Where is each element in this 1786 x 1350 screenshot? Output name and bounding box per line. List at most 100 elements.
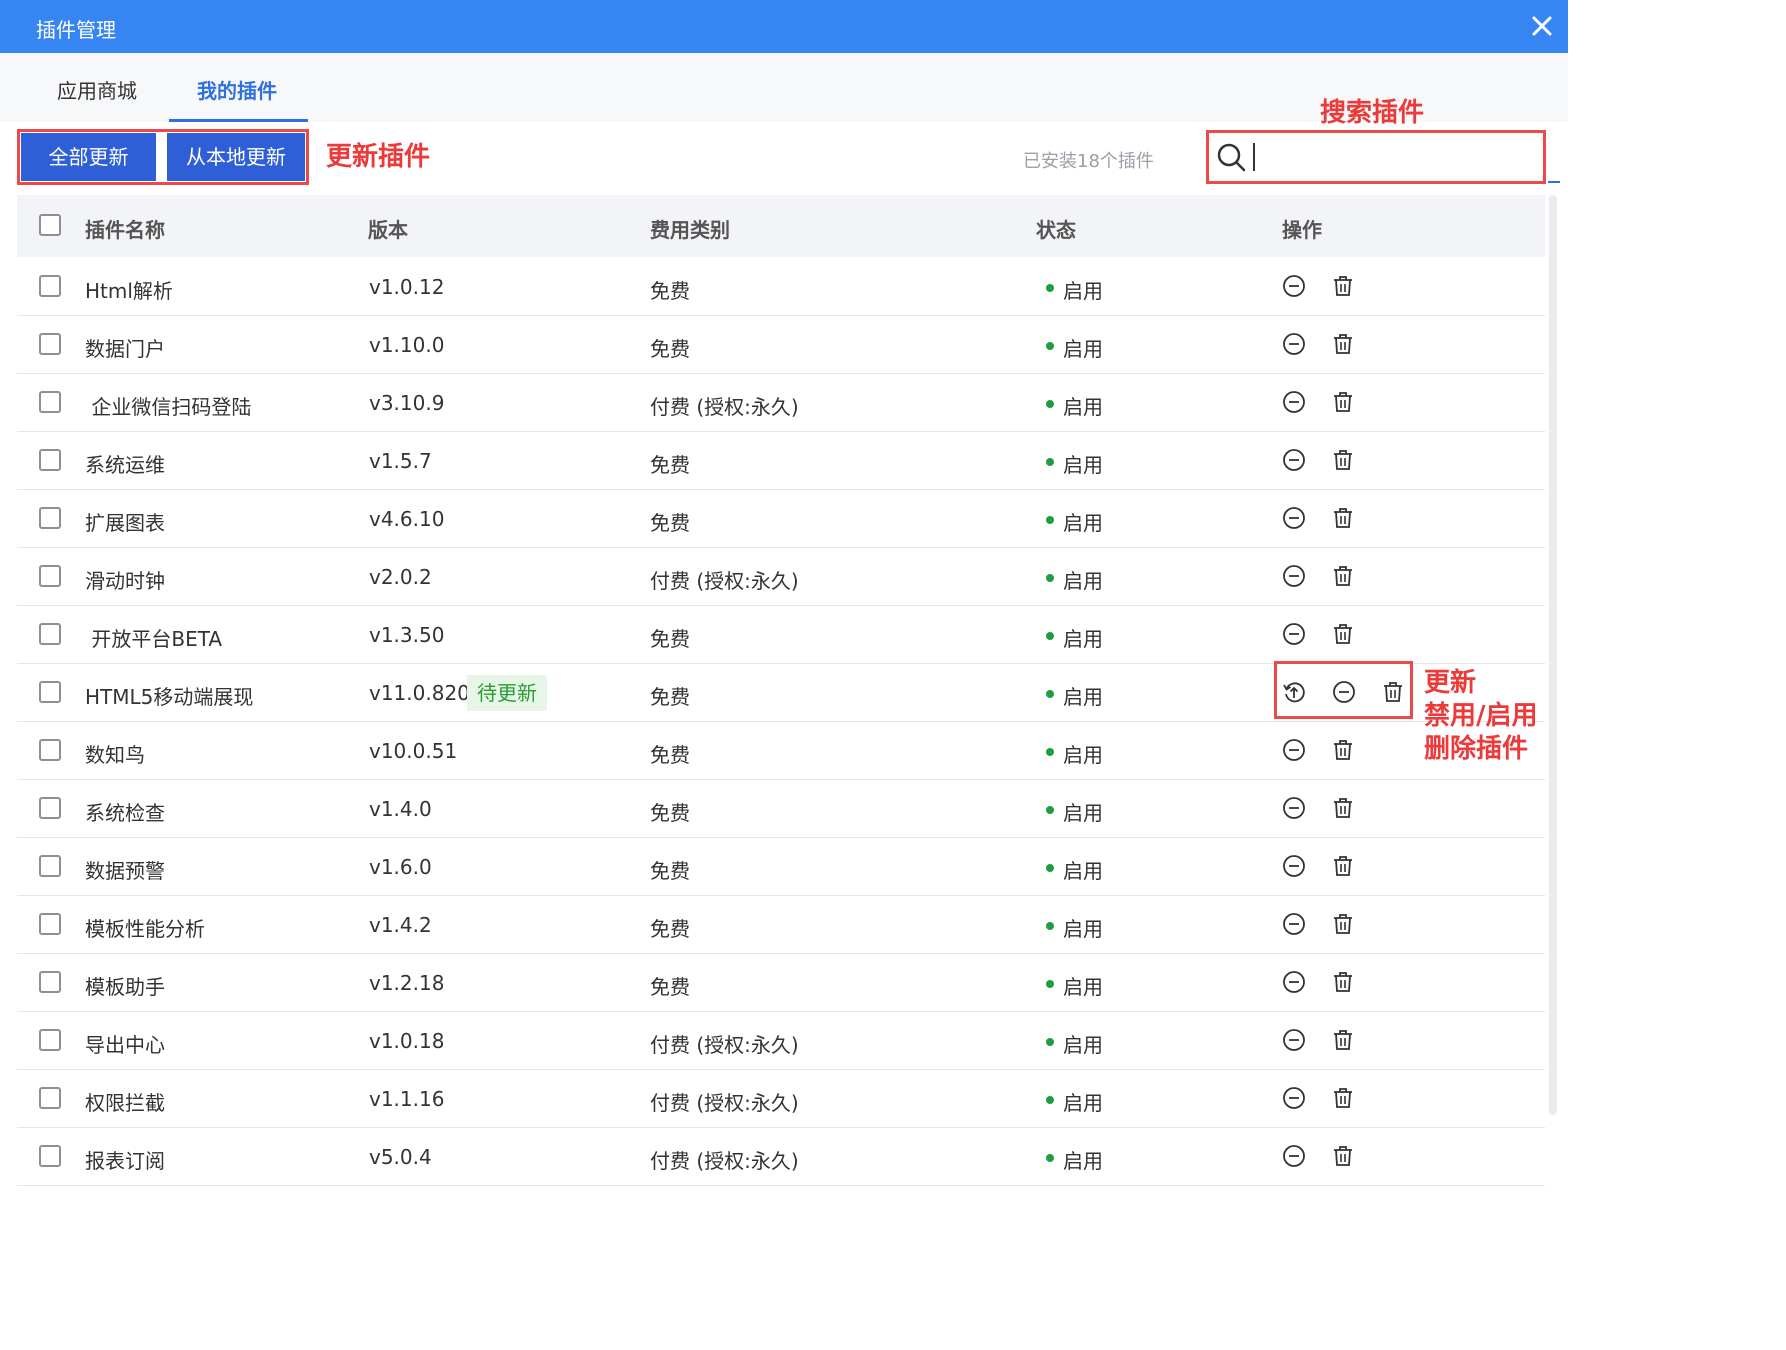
row-checkbox[interactable] [39, 507, 61, 529]
disable-icon[interactable] [1282, 854, 1306, 878]
delete-icon[interactable] [1331, 390, 1355, 414]
table-row: 扩展图表 v4.6.10 免费 启用 [17, 490, 1545, 548]
plugin-fee-type: 免费 [650, 975, 690, 999]
plugin-fee-type: 付费 (授权:永久) [650, 1033, 799, 1057]
plugin-version: v4.6.10 [369, 507, 445, 531]
disable-icon[interactable] [1282, 970, 1306, 994]
plugin-version: v2.0.2 [369, 565, 432, 589]
delete-icon[interactable] [1331, 796, 1355, 820]
status-dot [1046, 1038, 1054, 1046]
table-row: 模板助手 v1.2.18 免费 启用 [17, 954, 1545, 1012]
plugin-status: 启用 [1063, 975, 1103, 999]
close-icon[interactable] [1526, 10, 1558, 42]
column-header-status: 状态 [1036, 218, 1076, 242]
disable-icon[interactable] [1282, 506, 1306, 530]
tab-app-store[interactable]: 应用商城 [57, 75, 137, 104]
row-checkbox[interactable] [39, 1029, 61, 1051]
delete-icon[interactable] [1331, 506, 1355, 530]
plugin-fee-type: 免费 [650, 743, 690, 767]
delete-icon[interactable] [1331, 332, 1355, 356]
plugin-fee-type: 付费 (授权:永久) [650, 569, 799, 593]
select-all-checkbox[interactable] [39, 214, 61, 236]
row-checkbox[interactable] [39, 681, 61, 703]
status-dot [1046, 342, 1054, 350]
disable-icon[interactable] [1282, 912, 1306, 936]
delete-icon[interactable] [1331, 1144, 1355, 1168]
table-row: 模板性能分析 v1.4.2 免费 启用 [17, 896, 1545, 954]
plugin-version: v1.3.50 [369, 623, 445, 647]
row-checkbox[interactable] [39, 1145, 61, 1167]
row-checkbox[interactable] [39, 565, 61, 587]
tab-my-plugins[interactable]: 我的插件 [197, 75, 277, 104]
delete-icon[interactable] [1331, 622, 1355, 646]
scrollbar[interactable] [1549, 195, 1557, 1115]
table-row: 滑动时钟 v2.0.2 付费 (授权:永久) 启用 [17, 548, 1545, 606]
dialog-titlebar: 插件管理 [0, 0, 1568, 53]
plugin-version: v1.10.0 [369, 333, 445, 357]
annotation-actions-update: 更新 [1424, 668, 1477, 698]
plugin-fee-type: 免费 [650, 627, 690, 651]
delete-icon[interactable] [1331, 1086, 1355, 1110]
annotation-actions-delete: 删除插件 [1424, 734, 1529, 764]
status-dot [1046, 690, 1054, 698]
delete-icon[interactable] [1331, 1028, 1355, 1052]
row-checkbox[interactable] [39, 971, 61, 993]
row-checkbox[interactable] [39, 1087, 61, 1109]
disable-icon[interactable] [1282, 448, 1306, 472]
disable-icon[interactable] [1282, 1028, 1306, 1052]
installed-count: 已安装18个插件 [1023, 151, 1154, 172]
status-dot [1046, 922, 1054, 930]
delete-icon[interactable] [1331, 738, 1355, 762]
row-checkbox[interactable] [39, 739, 61, 761]
plugin-status: 启用 [1063, 627, 1103, 651]
row-checkbox[interactable] [39, 449, 61, 471]
disable-icon[interactable] [1282, 1086, 1306, 1110]
annotation-search-plugins: 搜索插件 [1320, 98, 1425, 128]
column-header-name: 插件名称 [85, 218, 165, 242]
row-checkbox[interactable] [39, 623, 61, 645]
status-dot [1046, 980, 1054, 988]
status-dot [1046, 864, 1054, 872]
plugin-fee-type: 免费 [650, 337, 690, 361]
disable-icon[interactable] [1282, 390, 1306, 414]
table-row: 系统运维 v1.5.7 免费 启用 [17, 432, 1545, 490]
delete-icon[interactable] [1331, 912, 1355, 936]
plugin-version: v1.2.18 [369, 971, 445, 995]
delete-icon[interactable] [1331, 274, 1355, 298]
disable-icon[interactable] [1282, 1144, 1306, 1168]
delete-icon[interactable] [1331, 448, 1355, 472]
status-dot [1046, 632, 1054, 640]
plugin-version: v3.10.9 [369, 391, 445, 415]
column-header-fee: 费用类别 [650, 218, 730, 242]
update-buttons-highlight [17, 129, 309, 185]
row-checkbox[interactable] [39, 855, 61, 877]
row-checkbox[interactable] [39, 391, 61, 413]
plugin-status: 启用 [1063, 685, 1103, 709]
table-row: 报表订阅 v5.0.4 付费 (授权:永久) 启用 [17, 1128, 1545, 1186]
plugin-name: HTML5移动端展现 [85, 685, 254, 709]
disable-icon[interactable] [1282, 332, 1306, 356]
plugin-name: 系统运维 [85, 453, 165, 477]
delete-icon[interactable] [1331, 564, 1355, 588]
plugin-fee-type: 免费 [650, 917, 690, 941]
row-checkbox[interactable] [39, 333, 61, 355]
delete-icon[interactable] [1331, 854, 1355, 878]
active-tab-indicator [169, 119, 308, 122]
delete-icon[interactable] [1331, 970, 1355, 994]
disable-icon[interactable] [1282, 796, 1306, 820]
table-row: 系统检查 v1.4.0 免费 启用 [17, 780, 1545, 838]
disable-icon[interactable] [1282, 622, 1306, 646]
plugin-status: 启用 [1063, 337, 1103, 361]
plugin-status: 启用 [1063, 1149, 1103, 1173]
row-checkbox[interactable] [39, 275, 61, 297]
disable-icon[interactable] [1282, 274, 1306, 298]
row-checkbox[interactable] [39, 913, 61, 935]
disable-icon[interactable] [1282, 564, 1306, 588]
status-dot [1046, 458, 1054, 466]
update-pending-badge: 待更新 [467, 675, 547, 711]
row-checkbox[interactable] [39, 797, 61, 819]
plugin-version: v1.4.2 [369, 913, 432, 937]
plugin-fee-type: 免费 [650, 453, 690, 477]
search-highlight [1206, 130, 1546, 184]
disable-icon[interactable] [1282, 738, 1306, 762]
